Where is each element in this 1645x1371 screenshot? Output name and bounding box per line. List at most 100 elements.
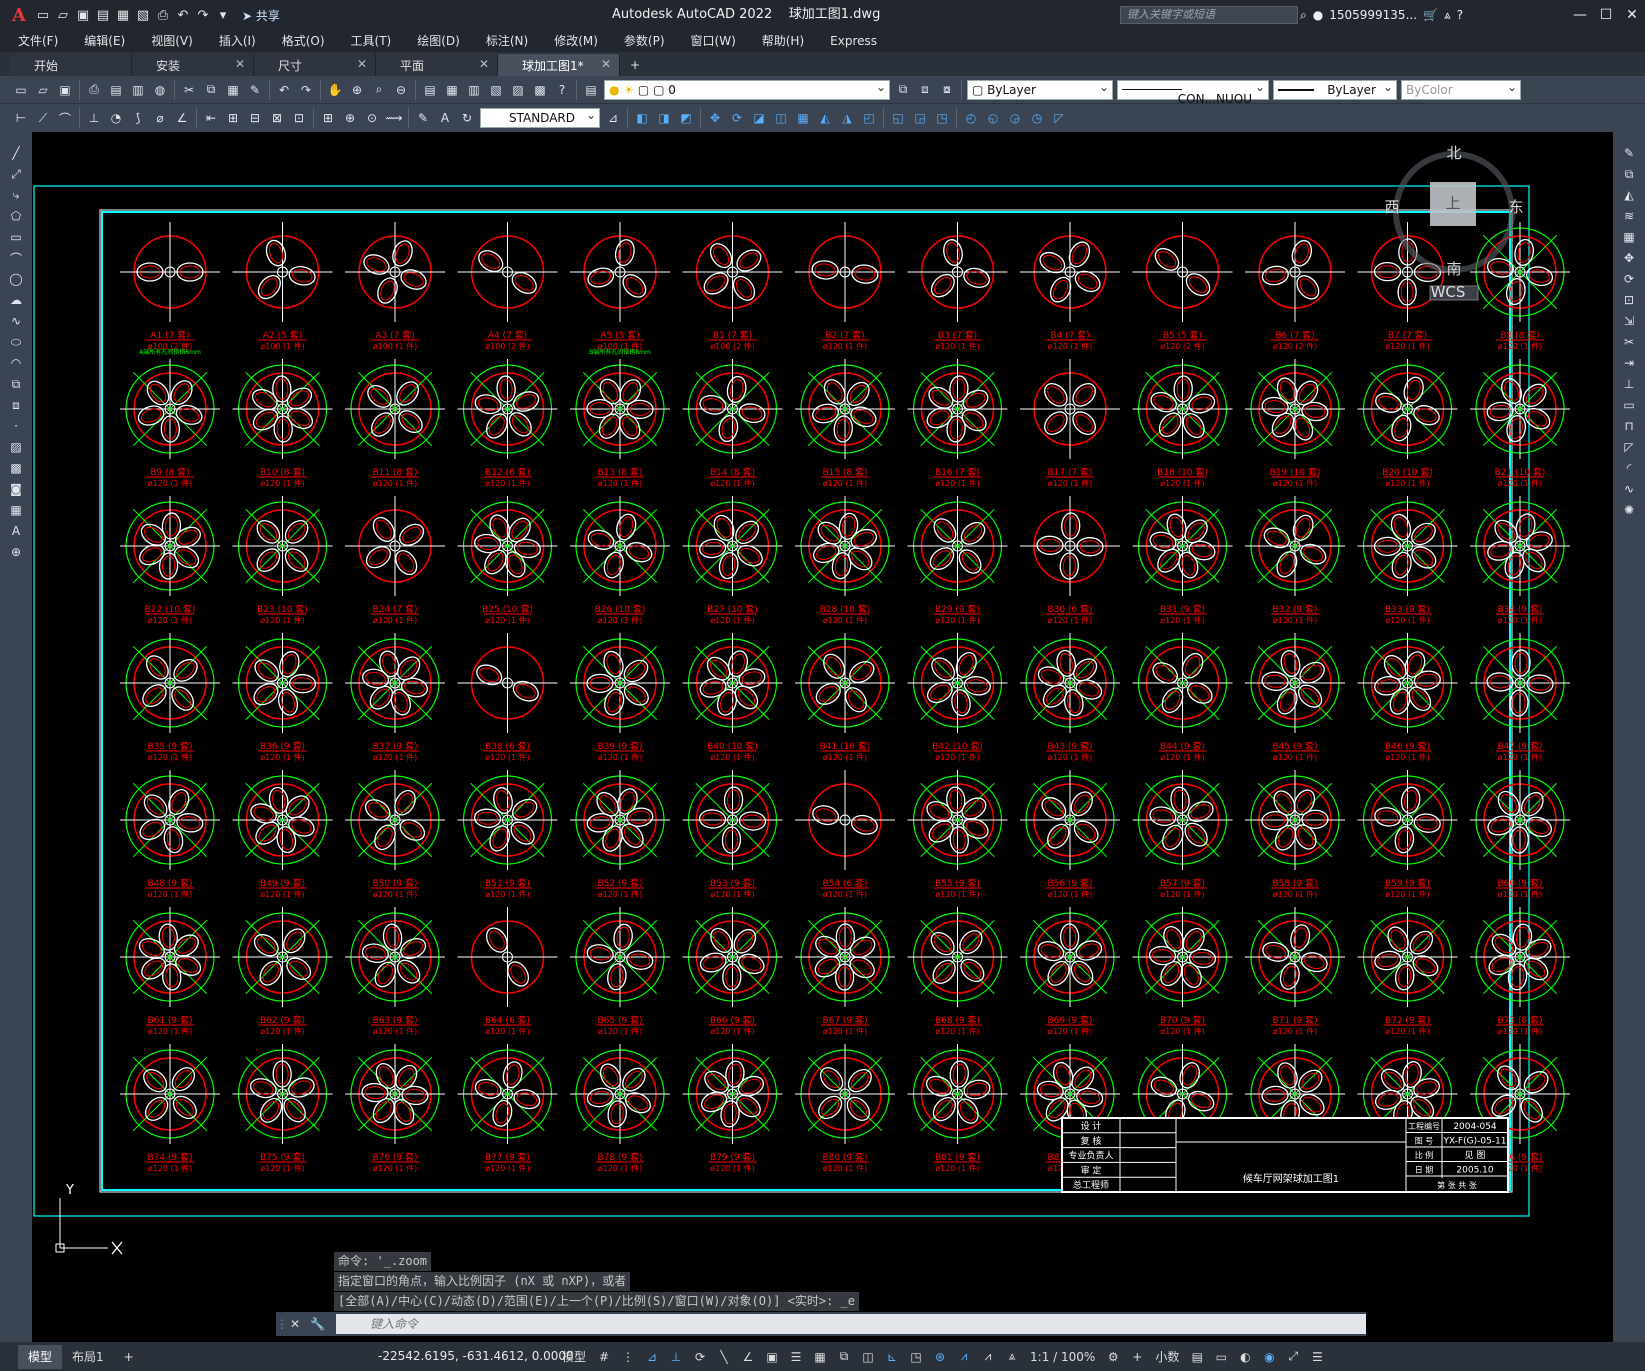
units-value[interactable]: 小数 (1151, 1348, 1183, 1365)
dim-diameter-icon[interactable]: ⌀ (150, 108, 170, 128)
sphere-detail[interactable]: A2 (5 套)ø100 (1 件) (232, 222, 333, 351)
sphere-detail[interactable]: B49 (9 套)ø120 (1 件) (232, 770, 333, 899)
3d-osnap-icon[interactable]: ◫ (858, 1347, 878, 1367)
dimstyle-dropdown[interactable]: STANDARD (480, 106, 600, 128)
dim-ordinate-icon[interactable]: ⊥ (84, 108, 104, 128)
cut-icon[interactable]: ✂ (179, 80, 199, 100)
offset-face-icon[interactable]: ◶ (1005, 108, 1025, 128)
sphere-detail[interactable]: B37 (9 套)ø120 (1 件) (345, 633, 445, 762)
close-button[interactable]: ✕ (1619, 0, 1645, 30)
close-cmd-icon[interactable]: ✕ (290, 1317, 310, 1331)
sphere-detail[interactable]: B63 (9 套)ø120 (1 件) (345, 907, 445, 1036)
stretch-icon[interactable]: ⇲ (1618, 311, 1640, 331)
sphere-detail[interactable]: B34 (9 套)ø120 (1 件) (1470, 496, 1570, 625)
spline-icon[interactable]: ∿ (5, 311, 27, 331)
xline-icon[interactable]: ⤢ (5, 164, 27, 184)
add-selected-icon[interactable]: ⊕ (5, 542, 27, 562)
scale-icon[interactable]: ⊡ (1618, 290, 1640, 310)
open-icon[interactable]: ▱ (54, 6, 72, 24)
menu-item[interactable]: 修改(M) (554, 30, 610, 52)
plotstyle-dropdown[interactable]: ByColor (1401, 78, 1521, 100)
undo-icon[interactable]: ↶ (174, 6, 192, 24)
layer-previous-icon[interactable]: ⧈ (915, 80, 935, 100)
annomonitor-icon[interactable]: + (1127, 1347, 1147, 1367)
sphere-detail[interactable]: B15 (8 套)ø120 (1 件) (795, 359, 895, 488)
sphere-detail[interactable]: B73 (8 套)ø120 (1 件) (1470, 907, 1570, 1036)
mtext-icon[interactable]: A (5, 521, 27, 541)
sphere-detail[interactable]: B4 (7 套)ø120 (1 件) (1020, 222, 1120, 351)
properties-icon[interactable]: ▤ (420, 80, 440, 100)
box-icon[interactable]: ◧ (632, 108, 652, 128)
osnap-icon[interactable]: ▣ (762, 1347, 782, 1367)
rectangle-icon[interactable]: ▭ (5, 227, 27, 247)
workspace-gear-icon[interactable]: ⚙ (1103, 1347, 1123, 1367)
array-icon[interactable]: ▦ (1618, 227, 1640, 247)
sphere-detail[interactable]: B2 (7 套)ø120 (1 件) (795, 222, 895, 351)
user-icon[interactable]: ● (1313, 8, 1323, 22)
dim-arc-icon[interactable]: ⌒ (55, 108, 75, 128)
publish-icon[interactable]: ▥ (128, 80, 148, 100)
isodraft-icon[interactable]: ╲ (714, 1347, 734, 1367)
array-3d-icon[interactable]: ▦ (793, 108, 813, 128)
infer-icon[interactable]: ⊿ (642, 1347, 662, 1367)
tab-layout1[interactable]: 布局1 (62, 1345, 114, 1369)
sphere-detail[interactable]: B44 (9 套)ø120 (1 件) (1132, 633, 1233, 762)
sphere-detail[interactable]: B61 (9 套)ø120 (1 件) (120, 907, 220, 1036)
osnap-tracking-icon[interactable]: ∠ (738, 1347, 758, 1367)
rotate-icon[interactable]: ⟳ (1618, 269, 1640, 289)
sphere-detail[interactable]: B56 (9 套)ø120 (1 件) (1020, 770, 1120, 899)
pan-icon[interactable]: ✋ (325, 80, 345, 100)
color-dropdown[interactable]: ▢ ByLayer (967, 78, 1113, 100)
snap-icon[interactable]: ⋮ (618, 1347, 638, 1367)
sphere-detail[interactable]: B28 (10 套)ø120 (1 件) (795, 496, 895, 625)
trim-icon[interactable]: ✂ (1618, 332, 1640, 352)
arc-icon[interactable]: ⌒ (5, 248, 27, 268)
sphere-detail[interactable]: A3 (7 套)ø100 (1 件) (345, 222, 445, 351)
slice-icon[interactable]: ◭ (815, 108, 835, 128)
sphere-detail[interactable]: B46 (9 套)ø120 (1 件) (1357, 633, 1458, 762)
wcs-label[interactable]: WCS (1431, 283, 1466, 301)
copy-icon[interactable]: ⧉ (201, 80, 221, 100)
break-at-point-icon[interactable]: ⊥ (1618, 374, 1640, 394)
quick-dim-icon[interactable]: ⇤ (201, 108, 221, 128)
hatch-icon[interactable]: ▨ (5, 437, 27, 457)
sphere-detail[interactable]: B38 (6 套)ø120 (1 件) (457, 633, 558, 762)
new-icon[interactable]: ▭ (34, 6, 52, 24)
sphere-detail[interactable]: B36 (9 套)ø120 (1 件) (232, 633, 333, 762)
quick-properties-icon[interactable]: ▤ (1187, 1347, 1207, 1367)
move-face-icon[interactable]: ◵ (983, 108, 1003, 128)
menu-item[interactable]: 格式(O) (282, 30, 337, 52)
jogged-linear-icon[interactable]: ⟿ (384, 108, 404, 128)
menu-item[interactable]: 参数(P) (624, 30, 677, 52)
align-3d-icon[interactable]: ◪ (749, 108, 769, 128)
file-tab[interactable]: 开始 (10, 54, 132, 76)
viewcube-east[interactable]: 东 (1508, 198, 1523, 216)
sphere-detail[interactable]: B24 (7 套)ø120 (1 件) (345, 496, 445, 625)
sphere-detail[interactable]: B5 (5 套)ø120 (2 件) (1132, 222, 1233, 351)
sphere-detail[interactable]: B26 (10 套)ø120 (1 件) (570, 496, 670, 625)
undo-icon[interactable]: ↶ (274, 80, 294, 100)
copy-object-icon[interactable]: ⧉ (1618, 164, 1640, 184)
sphere-detail[interactable]: B68 (9 套)ø120 (1 件) (907, 907, 1008, 1036)
sphere-detail[interactable]: B48 (9 套)ø120 (1 件) (120, 770, 220, 899)
menu-item[interactable]: 绘图(D) (417, 30, 472, 52)
autoscale-icon[interactable]: ⩘ (978, 1347, 998, 1367)
model-space-button[interactable]: 模型 (558, 1348, 590, 1365)
revcloud-icon[interactable]: ☁ (5, 290, 27, 310)
sphere-detail[interactable]: B40 (10 套)ø120 (1 件) (682, 633, 783, 762)
dim-edit-icon[interactable]: ✎ (413, 108, 433, 128)
customize-icon[interactable]: ▾ (214, 6, 232, 24)
maximize-button[interactable]: ☐ (1593, 0, 1619, 30)
imprint-icon[interactable]: ◲ (910, 108, 930, 128)
sphere-detail[interactable]: B79 (9 套)ø120 (1 件) (682, 1044, 783, 1173)
dynamic-ucs-icon[interactable]: ⊾ (882, 1347, 902, 1367)
sphere-detail[interactable]: B59 (9 套)ø120 (1 件) (1357, 770, 1458, 899)
gradient-icon[interactable]: ▩ (5, 458, 27, 478)
dim-angular-icon[interactable]: ∠ (172, 108, 192, 128)
gizmo-icon[interactable]: ⊛ (930, 1347, 950, 1367)
selection-filter-icon[interactable]: ◳ (906, 1347, 926, 1367)
viewcube-south[interactable]: 南 (1446, 260, 1461, 278)
open-icon[interactable]: ▱ (33, 80, 53, 100)
sphere-detail[interactable]: B66 (9 套)ø120 (1 件) (682, 907, 783, 1036)
sphere-detail[interactable]: B70 (9 套)ø120 (1 件) (1132, 907, 1233, 1036)
